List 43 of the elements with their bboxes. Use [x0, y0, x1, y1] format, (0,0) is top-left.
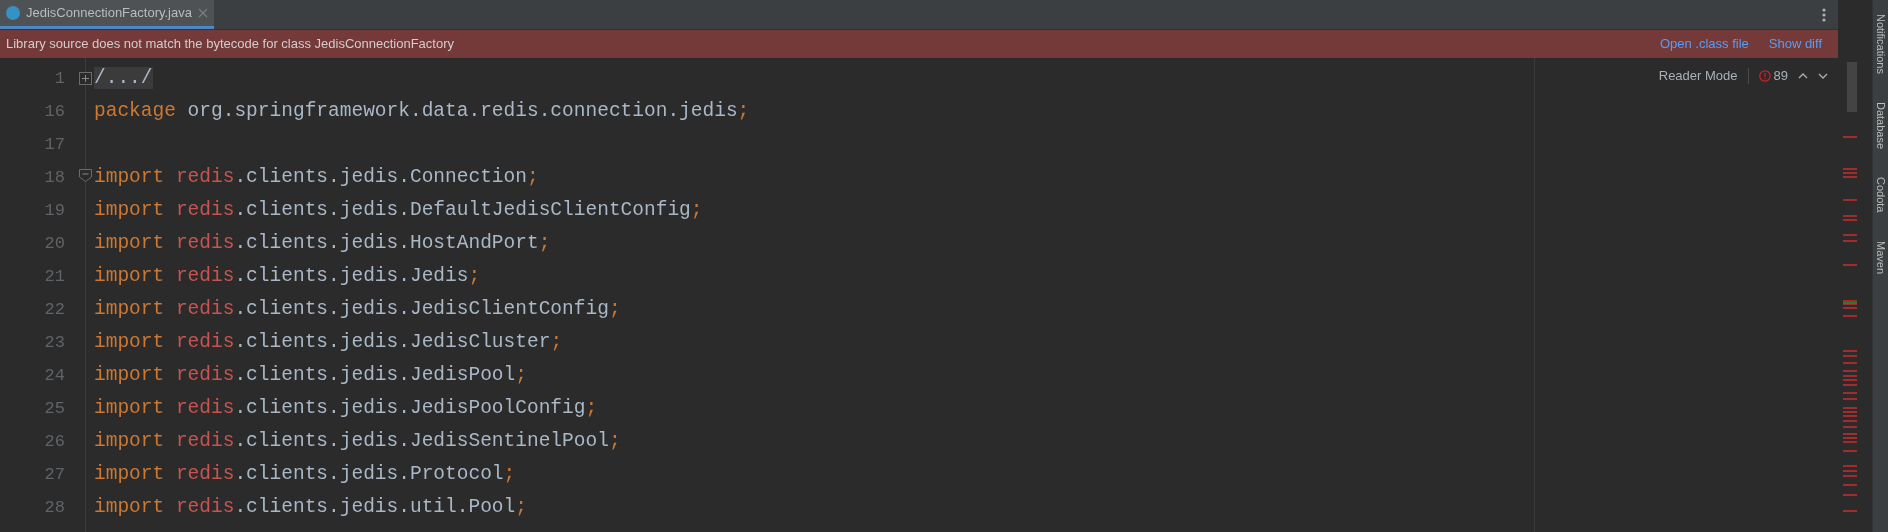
code-line: import redis.clients.jedis.Jedis;	[94, 263, 481, 289]
line-number: 25	[44, 397, 65, 420]
line-number: 20	[44, 232, 65, 255]
code-line: import redis.clients.jedis.Connection;	[94, 164, 539, 190]
code-line: import redis.clients.jedis.JedisPool;	[94, 362, 527, 388]
code-line: import redis.clients.jedis.util.Pool;	[94, 494, 527, 520]
line-number: 23	[44, 331, 65, 354]
tool-window-button[interactable]: Database	[1873, 101, 1888, 149]
tool-window-button[interactable]: Notifications	[1873, 14, 1888, 74]
code-line: import redis.clients.jedis.JedisClientConfig;	[94, 296, 621, 322]
code-line: import redis.clients.jedis.HostAndPort;	[94, 230, 551, 256]
line-number: 18	[44, 166, 65, 189]
code-line: package org.springframework.data.redis.connection.jedis;	[94, 98, 750, 124]
error-count: 89	[1773, 67, 1788, 85]
more-icon[interactable]	[1822, 7, 1826, 22]
error-icon	[1758, 69, 1771, 82]
chevron-down-icon[interactable]	[1818, 72, 1828, 79]
line-number: 1	[54, 67, 65, 90]
editor-tab[interactable]: JedisConnectionFactory.java	[0, 0, 214, 29]
banner-link[interactable]: Open .class file	[1659, 34, 1749, 54]
chevron-up-icon[interactable]	[1798, 72, 1808, 79]
banner-link[interactable]: Show diff	[1768, 34, 1822, 54]
tool-window-button[interactable]: Maven	[1873, 240, 1888, 274]
code-line: import redis.clients.jedis.DefaultJedisClientConfig;	[94, 197, 703, 223]
line-number: 24	[44, 364, 65, 387]
code-line: import redis.clients.jedis.JedisCluster;	[94, 329, 563, 355]
line-number: 21	[44, 265, 65, 288]
line-number: 28	[44, 496, 65, 519]
line-number: 17	[44, 133, 65, 156]
code-line: import redis.clients.jedis.JedisSentinelPool;	[94, 428, 621, 454]
line-number: 27	[44, 463, 65, 486]
tool-window-button[interactable]: Codota	[1873, 177, 1888, 213]
code-line: import redis.clients.jedis.Protocol;	[94, 461, 516, 487]
class-file-icon	[6, 6, 20, 20]
line-number: 22	[44, 298, 65, 321]
collapse-fold-icon[interactable]	[79, 169, 92, 182]
line-number: 26	[44, 430, 65, 453]
banner-message: Library source does not match the bytecode for class JedisConnectionFactory	[6, 35, 454, 54]
line-number: 19	[44, 199, 65, 222]
expand-fold-icon[interactable]	[79, 72, 92, 85]
code-line: import redis.clients.jedis.JedisPoolConfig;	[94, 395, 598, 421]
line-number: 16	[44, 100, 65, 123]
reader-mode-toggle[interactable]: Reader Mode	[1658, 66, 1738, 86]
